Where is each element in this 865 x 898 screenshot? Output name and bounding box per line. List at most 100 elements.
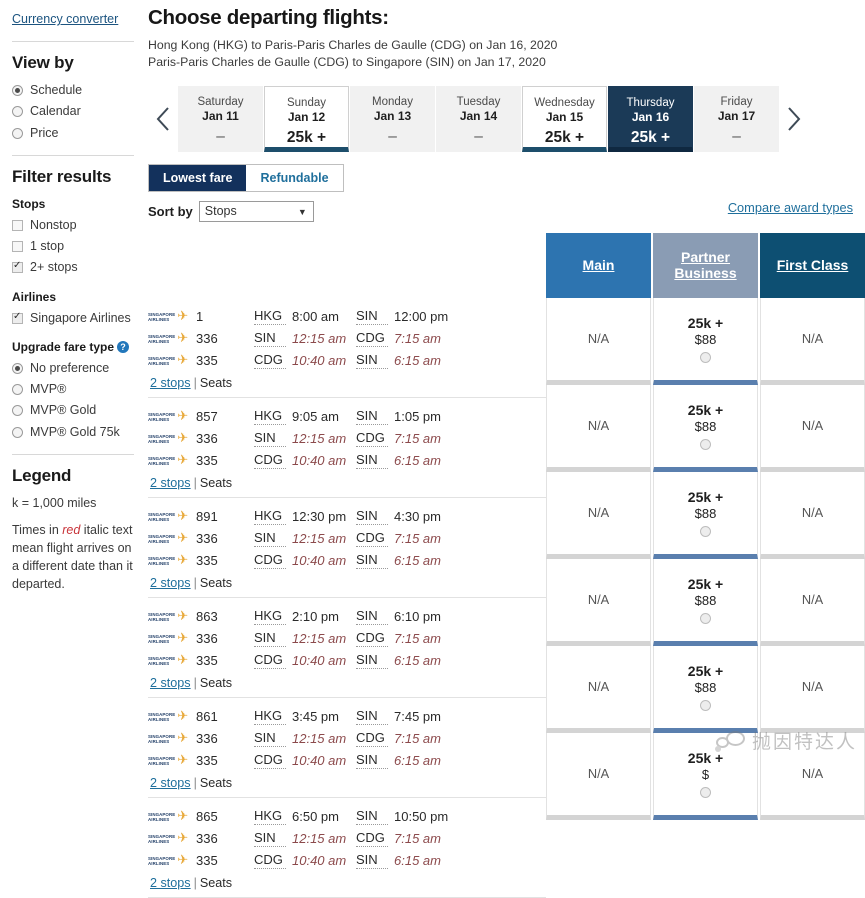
upgrade-option-3[interactable]: MVP® Gold 75k xyxy=(12,425,134,440)
column-header-main[interactable]: Main xyxy=(546,232,651,298)
upgrade-option-2[interactable]: MVP® Gold xyxy=(12,403,134,418)
stops-link[interactable]: 2 stops xyxy=(150,476,191,490)
fare-cell[interactable]: N/A xyxy=(546,558,651,646)
stops-link[interactable]: 2 stops xyxy=(150,376,191,390)
seats-label[interactable]: Seats xyxy=(200,676,232,690)
date-cell-price: – xyxy=(388,127,397,145)
column-header-partner-business[interactable]: Partner Business xyxy=(653,232,758,298)
fare-cell[interactable]: 25k + $88 xyxy=(653,471,758,559)
fare-radio-button[interactable] xyxy=(700,525,711,537)
column-header-first-class[interactable]: First Class xyxy=(760,232,865,298)
destination-airport-code: SIN xyxy=(356,752,388,770)
fare-cell[interactable]: N/A xyxy=(760,471,865,559)
currency-converter-link[interactable]: Currency converter xyxy=(12,12,118,26)
fare-cell[interactable]: 25k + $88 xyxy=(653,384,758,472)
flight-segment: SINGAPORE AIRLINES ✈ 336 SIN 12:15 am CDG 7:15 … xyxy=(148,428,546,450)
fare-cell[interactable]: N/A xyxy=(546,297,651,385)
fare-cash: $88 xyxy=(694,679,717,695)
fare-cell[interactable]: N/A xyxy=(546,732,651,820)
date-cell-jan-14[interactable]: Tuesday Jan 14 – xyxy=(436,85,521,152)
fare-cell[interactable]: N/A xyxy=(546,645,651,733)
segment-times: CDG 10:40 am SIN 6:15 am xyxy=(230,452,458,470)
chevron-right-icon[interactable] xyxy=(779,86,809,152)
airline-logo-text: SINGAPORE AIRLINES xyxy=(148,833,176,844)
origin-airport-code: SIN xyxy=(254,330,286,348)
seats-label[interactable]: Seats xyxy=(200,376,232,390)
fare-radio-button[interactable] xyxy=(700,699,711,711)
radio-button[interactable] xyxy=(12,362,23,374)
date-cell-jan-15[interactable]: Wednesday Jan 15 25k + xyxy=(522,85,607,152)
flight-segment: SINGAPORE AIRLINES ✈ 336 SIN 12:15 am CDG 7:15 … xyxy=(148,628,546,650)
upgrade-option-1[interactable]: MVP® xyxy=(12,382,134,397)
table-row: SINGAPORE AIRLINES ✈ 891 HKG 12:30 pm SIN 4:30 … xyxy=(148,498,546,598)
fare-cell[interactable]: N/A xyxy=(760,732,865,820)
fare-cell[interactable]: 25k + $88 xyxy=(653,645,758,733)
fare-radio-button[interactable] xyxy=(700,612,711,624)
flight-column-header-spacer xyxy=(148,233,546,298)
fare-cell[interactable]: N/A xyxy=(760,297,865,385)
question-mark-icon[interactable]: ? xyxy=(117,340,130,353)
arrival-time: 7:15 am xyxy=(394,431,441,447)
radio-button[interactable] xyxy=(12,405,23,417)
destination-airport-code: CDG xyxy=(356,530,388,548)
fare-cell[interactable]: N/A xyxy=(546,471,651,559)
seats-label[interactable]: Seats xyxy=(200,876,232,890)
checkbox-input[interactable] xyxy=(12,259,23,274)
stops-option-2[interactable]: 2+ stops xyxy=(12,259,134,275)
flight-number: 336 xyxy=(196,331,218,347)
checkbox-input[interactable] xyxy=(12,219,23,231)
fare-cell[interactable]: 25k + $88 xyxy=(653,297,758,385)
fare-cell[interactable]: N/A xyxy=(760,645,865,733)
sidebar-divider-2 xyxy=(12,154,134,156)
fare-tab-refundable[interactable]: Refundable xyxy=(246,164,343,191)
sort-select[interactable]: Stops ▼ xyxy=(198,200,314,222)
date-cell-jan-12[interactable]: Sunday Jan 12 25k + xyxy=(264,85,349,152)
flight-number: 336 xyxy=(196,431,218,447)
table-row: SINGAPORE AIRLINES ✈ 865 HKG 6:50 pm SIN 10:50 … xyxy=(148,798,546,898)
fare-miles: 25k + xyxy=(687,401,724,418)
seats-label[interactable]: Seats xyxy=(200,476,232,490)
airline-option-0[interactable]: Singapore Airlines xyxy=(12,310,134,326)
fare-not-available: N/A xyxy=(801,592,824,608)
date-cell-jan-13[interactable]: Monday Jan 13 – xyxy=(350,85,435,152)
upgrade-option-0[interactable]: No preference xyxy=(12,361,134,376)
fare-radio-button[interactable] xyxy=(700,786,711,798)
radio-button[interactable] xyxy=(12,426,23,438)
radio-button[interactable] xyxy=(12,85,23,96)
chevron-left-icon[interactable] xyxy=(148,86,178,152)
fare-cell[interactable]: N/A xyxy=(760,558,865,646)
date-cell-jan-11[interactable]: Saturday Jan 11 – xyxy=(178,85,263,152)
stops-link[interactable]: 2 stops xyxy=(150,876,191,890)
checkbox-input[interactable] xyxy=(12,241,23,252)
date-cell-price: – xyxy=(216,127,225,145)
fare-cell[interactable]: 25k + $ xyxy=(653,732,758,820)
compare-award-types-link[interactable]: Compare award types xyxy=(728,200,853,215)
radio-button[interactable] xyxy=(12,106,23,118)
checkbox-input[interactable] xyxy=(12,310,23,324)
fare-radio-button[interactable] xyxy=(700,438,711,450)
date-cell-jan-16[interactable]: Thursday Jan 16 25k + xyxy=(608,85,693,152)
radio-button[interactable] xyxy=(12,384,23,395)
seats-label[interactable]: Seats xyxy=(200,776,232,790)
stops-link[interactable]: 2 stops xyxy=(150,776,191,790)
stops-option-0[interactable]: Nonstop xyxy=(12,218,134,233)
fare-cell[interactable]: 25k + $88 xyxy=(653,558,758,646)
fare-cell[interactable]: N/A xyxy=(546,384,651,472)
view-by-option-0[interactable]: Schedule xyxy=(12,83,134,98)
flight-segment: SINGAPORE AIRLINES ✈ 336 SIN 12:15 am CDG 7:15 … xyxy=(148,328,546,350)
stops-link[interactable]: 2 stops xyxy=(150,576,191,590)
arrival-time: 10:50 pm xyxy=(394,809,449,825)
bird-logo-icon: ✈ xyxy=(177,530,189,546)
fare-cell[interactable]: N/A xyxy=(760,384,865,472)
date-cell-jan-17[interactable]: Friday Jan 17 – xyxy=(694,85,779,152)
bird-logo-icon: ✈ xyxy=(177,330,189,346)
view-by-option-2[interactable]: Price xyxy=(12,126,134,141)
view-by-option-1[interactable]: Calendar xyxy=(12,104,134,119)
seats-label[interactable]: Seats xyxy=(200,576,232,590)
stops-and-seats: 2 stops | Seats xyxy=(148,476,546,490)
radio-button[interactable] xyxy=(12,127,23,139)
fare-tab-lowest-fare[interactable]: Lowest fare xyxy=(149,164,247,191)
fare-radio-button[interactable] xyxy=(700,351,711,363)
stops-link[interactable]: 2 stops xyxy=(150,676,191,690)
stops-option-1[interactable]: 1 stop xyxy=(12,239,134,254)
